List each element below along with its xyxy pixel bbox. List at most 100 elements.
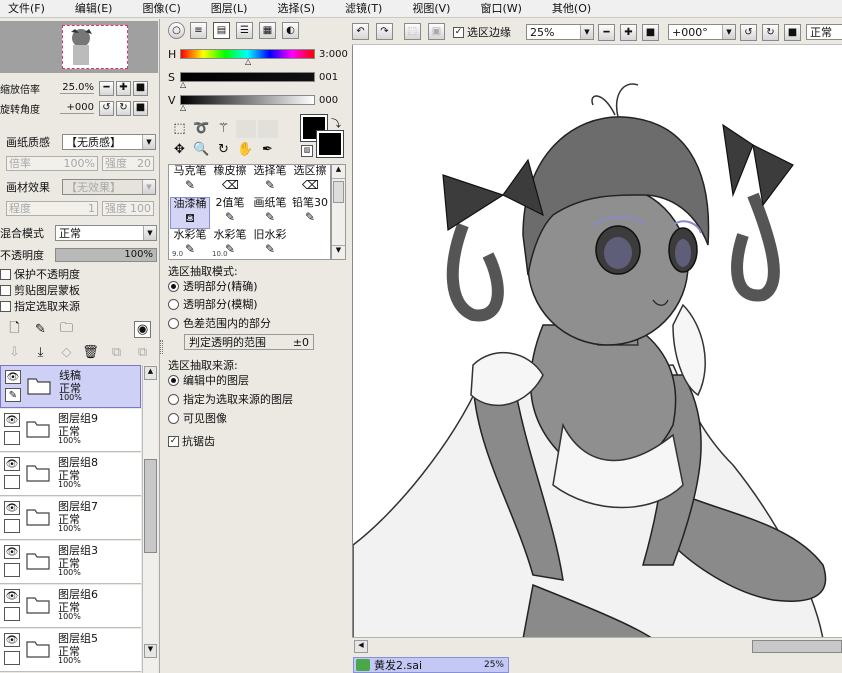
zoom-value[interactable]: 25.0% [60,82,94,94]
merge-down-icon[interactable]: ⤓ [32,344,49,361]
new-layer-icon[interactable]: 🗋 [6,321,23,338]
v-slider-thumb[interactable]: △ [180,103,186,112]
eye-icon[interactable]: 👁 [5,370,21,384]
merge-selected-icon[interactable]: ⧉ [108,344,125,361]
scroll-left-button[interactable]: ◀ [354,640,368,653]
eye-icon[interactable]: 👁 [4,589,20,603]
mode-color-range-radio[interactable] [168,317,179,329]
brush-slot[interactable]: 2值笔 ✎ [210,197,250,229]
layer-row[interactable]: 👁 图层组9 正常 100% [0,409,141,452]
menu-select[interactable]: 选择(S) [269,1,315,17]
undo-icon[interactable]: ↶ [352,23,369,40]
menu-other[interactable]: 其他(O) [544,1,591,17]
toolbar-zoom-select[interactable]: 25% ▼ [526,24,594,40]
swap-colors-icon[interactable]: ⤵ [331,115,341,130]
brush-slot[interactable]: 铅笔30 ✎ [290,197,330,229]
antialias-checkbox[interactable]: ✓ [168,435,179,447]
zoom-icon[interactable]: 🔍 [193,141,210,158]
opacity-slider[interactable]: 100% [55,248,157,262]
delete-layer-icon[interactable]: 🗑 [82,344,99,361]
h-slider-thumb[interactable]: △ [245,57,251,66]
layer-row[interactable]: 👁 图层组8 正常 100% [0,453,141,496]
toolbar-rotate-right-icon[interactable]: ↻ [762,24,779,41]
brush-scrollbar[interactable]: ▲ ▼ [331,164,346,260]
clip-mask-option[interactable]: 剪贴图层蒙板 [0,282,80,298]
zoom-in-button[interactable]: ✚ [116,80,131,96]
background-color-swatch[interactable] [316,130,344,158]
s-slider[interactable] [180,72,315,82]
rotate-value[interactable]: +000 [60,102,94,114]
brush-scroll-down[interactable]: ▼ [332,245,345,259]
paper-scale-field[interactable]: 倍率 100% [6,155,98,171]
menu-filter[interactable]: 滤镜(T) [337,1,382,17]
paper-degree-field[interactable]: 程度 1 [6,200,98,216]
brush-slot[interactable]: 水彩笔 ✎ 9.0 [170,229,210,261]
empty-checkbox[interactable] [4,563,20,577]
menu-layer[interactable]: 图层(L) [203,1,248,17]
mode-transparent-precise-radio[interactable] [168,280,179,292]
empty-checkbox[interactable] [4,475,20,489]
empty-checkbox[interactable] [4,519,20,533]
eye-icon[interactable]: 👁 [4,413,20,427]
hand-icon[interactable]: ✋ [237,141,254,158]
mode-transparent-precise[interactable]: 透明部分(精确) [168,278,258,294]
swatches-button[interactable]: ▦ [259,22,276,39]
brush-scroll-thumb[interactable] [333,181,344,203]
layer-list[interactable]: 👁 ✎ 线稿 正常 100% 👁 图层组9 正常 100% 👁 图层组8 正常 100% 👁 图层组7 正常 1… [0,365,158,673]
source-designated-layer-radio[interactable] [168,393,179,405]
source-visible-image-radio[interactable] [168,412,179,424]
empty-checkbox[interactable] [4,651,20,665]
lasso-icon[interactable]: ➰ [193,120,210,137]
rgb-slider-button[interactable]: ≡ [190,22,207,39]
pen-icon[interactable]: ✎ [5,388,21,402]
eye-icon[interactable]: 👁 [4,633,20,647]
brush-slot[interactable]: 选区擦 ⌫ [290,165,330,197]
color-wheel-button[interactable]: ○ [168,22,185,39]
layer-row[interactable]: 👁 图层组3 正常 100% [0,541,141,584]
v-slider[interactable] [180,95,315,105]
drawing-canvas[interactable] [352,45,842,639]
source-designated-layer[interactable]: 指定为选取来源的图层 [168,391,293,407]
brush-slot[interactable]: 旧水彩 ✎ [250,229,290,261]
zoom-out-button[interactable]: ━ [99,80,114,96]
layer-mask-icon[interactable]: ◉ [134,321,151,338]
antialias-option[interactable]: ✓ 抗锯齿 [168,433,215,449]
new-linework-layer-icon[interactable]: ✎ [32,321,49,338]
transparent-color-icon[interactable]: ▨ [301,145,313,157]
menu-edit[interactable]: 编辑(E) [67,1,113,17]
paper-strength-field[interactable]: 强度 20 [102,155,154,171]
rotate-reset-button[interactable]: ■ [133,100,148,116]
toolbar-rotate-reset-icon[interactable]: ■ [784,24,801,41]
eye-icon[interactable]: 👁 [4,457,20,471]
rotate-view-icon[interactable]: ↻ [215,141,232,158]
color-mix-button[interactable]: ☰ [236,22,253,39]
move-icon[interactable]: ✥ [171,141,188,158]
rotate-right-button[interactable]: ↻ [116,100,131,116]
selection-source-checkbox[interactable] [0,300,11,312]
source-visible-image[interactable]: 可见图像 [168,410,227,426]
mode-transparent-fuzzy-radio[interactable] [168,298,179,310]
paper-effect-strength-field[interactable]: 强度 100 [102,200,154,216]
menu-view[interactable]: 视图(V) [404,1,450,17]
redo-icon[interactable]: ↷ [376,23,393,40]
brush-slot[interactable]: 画纸笔 ✎ [250,197,290,229]
zoom-reset-button[interactable]: ■ [133,80,148,96]
paper-texture-select[interactable]: 【无质感】 ▼ [62,134,156,150]
hscroll-thumb[interactable] [752,640,842,653]
empty-checkbox[interactable] [4,607,20,621]
menu-window[interactable]: 窗口(W) [472,1,521,17]
invert-selection-icon[interactable]: ▣ [428,23,445,40]
layer-row[interactable]: 👁 图层组7 正常 100% [0,497,141,540]
toolbar-zoom-in-icon[interactable]: ✚ [620,24,637,41]
scratchpad-button[interactable]: ◐ [282,22,299,39]
brush-slot[interactable]: 马克笔 ✎ [170,165,210,197]
protect-opacity-option[interactable]: 保护不透明度 [0,266,80,282]
selection-source-option[interactable]: 指定选取来源 [0,298,80,314]
layer-list-scrollbar[interactable]: ▲ ▼ [142,365,158,673]
source-editing-layer[interactable]: 编辑中的图层 [168,372,249,388]
brush-slot[interactable]: 油漆桶 ⛾ [170,197,210,229]
eyedropper-icon[interactable]: ✒ [259,141,276,158]
navigator-preview[interactable] [0,21,158,73]
canvas-hscrollbar[interactable]: ◀ [352,637,842,655]
hsv-slider-button[interactable]: ▤ [213,22,230,39]
